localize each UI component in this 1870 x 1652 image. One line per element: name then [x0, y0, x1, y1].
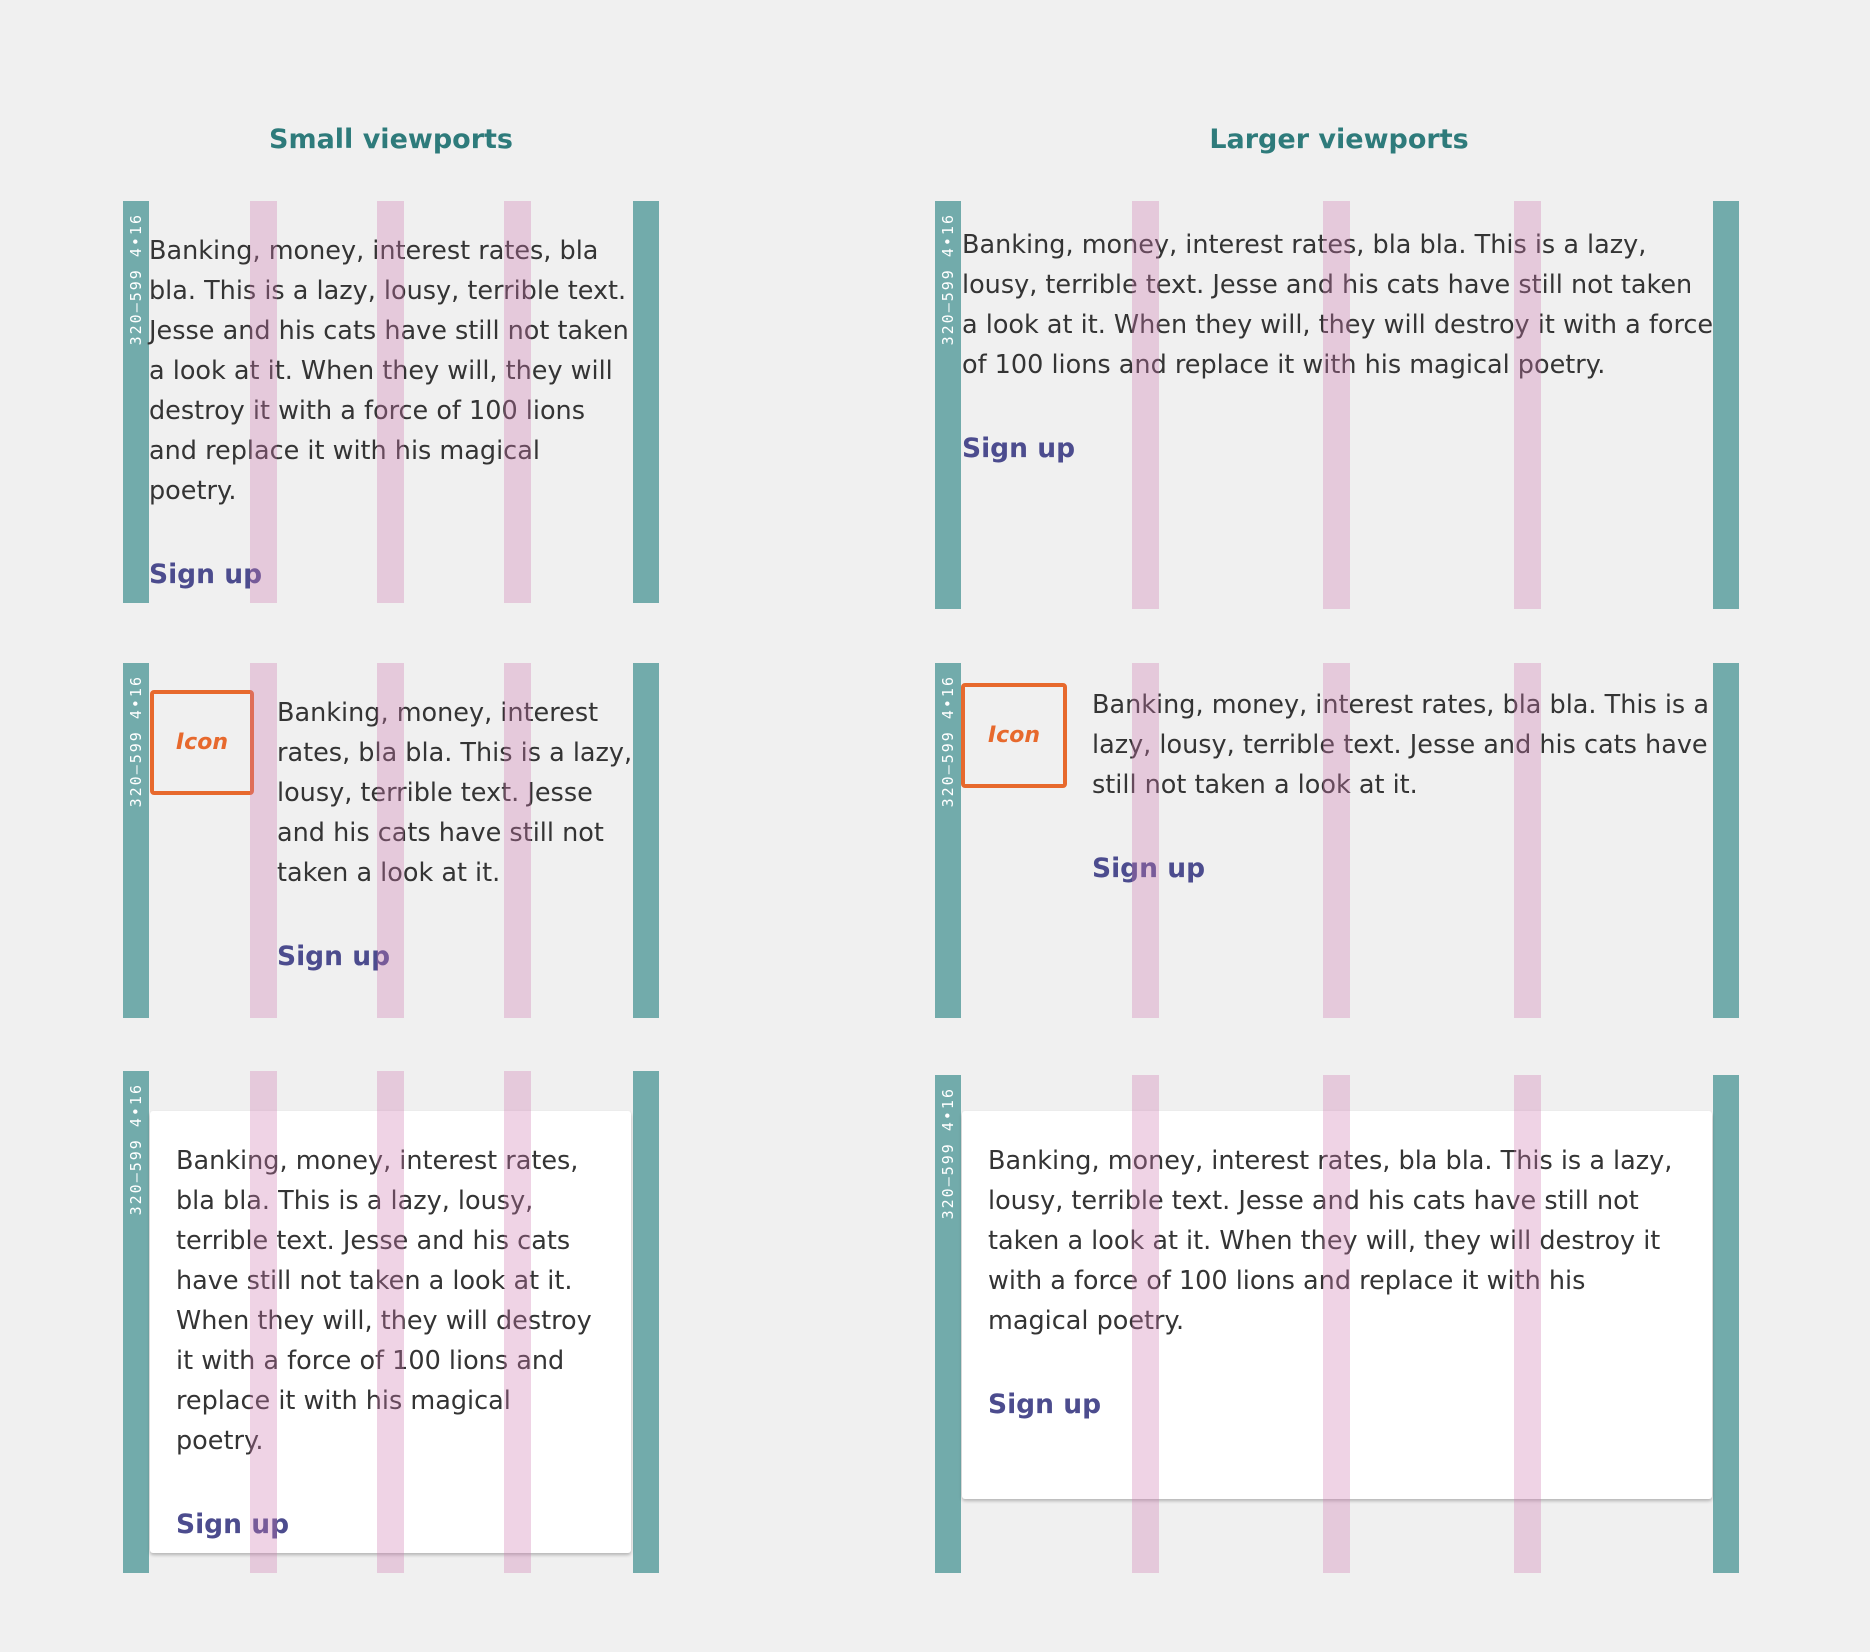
- grid-column: [1323, 663, 1350, 1018]
- icon-placeholder: Icon: [961, 683, 1067, 788]
- sign-up-link[interactable]: Sign up: [988, 1389, 1101, 1420]
- grid-column: [1132, 1075, 1159, 1573]
- left-gutter: 320–599 4•16: [935, 1075, 961, 1573]
- grid-spec-label: 320–599 4•16: [127, 213, 145, 346]
- grid-spec-label: 320–599 4•16: [939, 1087, 957, 1220]
- left-gutter: 320–599 4•16: [935, 663, 961, 1018]
- small-icon-text-example: 320–599 4•16 Icon Banking, money, intere…: [123, 663, 659, 1018]
- grid-column: [1514, 201, 1541, 609]
- left-gutter: 320–599 4•16: [123, 663, 149, 1018]
- large-card-example: 320–599 4•16 Banking, money, interest ra…: [935, 1075, 1739, 1573]
- grid-column: [377, 1071, 404, 1573]
- body-text: Banking, money, interest rates, bla bla.…: [1092, 690, 1709, 800]
- grid-column: [250, 663, 277, 1018]
- right-gutter: [1713, 201, 1739, 609]
- grid-column: [504, 663, 531, 1018]
- grid-column: [504, 1071, 531, 1573]
- right-gutter: [1713, 1075, 1739, 1573]
- sign-up-link[interactable]: Sign up: [962, 433, 1075, 464]
- left-gutter: 320–599 4•16: [935, 201, 961, 609]
- grid-spec-label: 320–599 4•16: [127, 1083, 145, 1216]
- left-gutter: 320–599 4•16: [123, 1071, 149, 1573]
- grid-spec-label: 320–599 4•16: [939, 213, 957, 346]
- grid-column: [504, 201, 531, 603]
- icon-label: Icon: [987, 723, 1040, 748]
- left-gutter: 320–599 4•16: [123, 201, 149, 603]
- grid-column: [1514, 1075, 1541, 1573]
- grid-column: [250, 201, 277, 603]
- grid-column: [1132, 201, 1159, 609]
- small-viewports-heading: Small viewports: [269, 124, 513, 155]
- icon-label: Icon: [175, 730, 228, 755]
- grid-column: [1323, 1075, 1350, 1573]
- grid-spec-label: 320–599 4•16: [939, 675, 957, 808]
- small-text-example: 320–599 4•16 Banking, money, interest ra…: [123, 201, 659, 603]
- large-text-example: 320–599 4•16 Banking, money, interest ra…: [935, 201, 1739, 609]
- sign-up-link[interactable]: Sign up: [277, 941, 390, 972]
- small-card-example: 320–599 4•16 Banking, money, interest ra…: [123, 1071, 659, 1573]
- body-text: Banking, money, interest rates, bla bla.…: [277, 698, 633, 888]
- sign-up-link[interactable]: Sign up: [149, 559, 262, 590]
- grid-column: [1514, 663, 1541, 1018]
- right-gutter: [633, 1071, 659, 1573]
- grid-column: [1323, 201, 1350, 609]
- larger-viewports-heading: Larger viewports: [1209, 124, 1469, 155]
- icon-placeholder: Icon: [150, 690, 254, 795]
- large-icon-text-example: 320–599 4•16 Icon Banking, money, intere…: [935, 663, 1739, 1018]
- grid-column: [1132, 663, 1159, 1018]
- grid-column: [377, 663, 404, 1018]
- grid-column: [377, 201, 404, 603]
- grid-column: [250, 1071, 277, 1573]
- right-gutter: [633, 201, 659, 603]
- grid-spec-label: 320–599 4•16: [127, 675, 145, 808]
